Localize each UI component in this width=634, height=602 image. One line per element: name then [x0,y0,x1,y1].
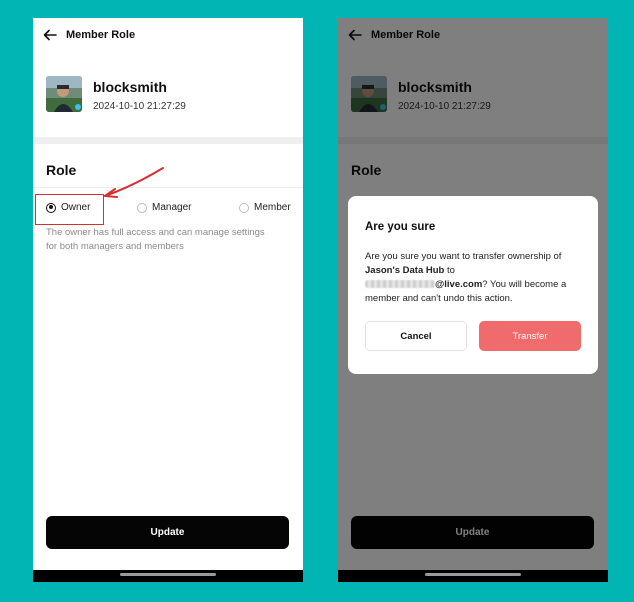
home-indicator[interactable] [120,573,216,576]
role-option-label: Member [254,202,291,213]
system-nav-bar [338,570,608,582]
hub-name: Jason's Data Hub [365,265,445,276]
avatar [46,76,82,112]
left-screen: Member Role blocksmith 2024-10-10 21:27:… [33,18,303,582]
role-description: The owner has full access and can manage… [46,227,265,252]
dialog-title: Are you sure [365,221,436,233]
join-timestamp: 2024-10-10 21:27:29 [93,101,186,112]
dialog-text: to [446,265,455,276]
redacted-email [365,280,435,289]
home-indicator[interactable] [425,573,521,576]
annotation-arrow-icon [104,167,164,198]
section-divider [33,137,303,144]
dialog-text: Are you sure you want to transfer owners… [365,251,562,262]
email-domain: @live.com [435,279,483,290]
back-arrow-icon[interactable] [43,28,57,42]
system-nav-bar [33,570,303,582]
app-bar: Member Role [33,18,303,54]
role-section-title: Role [46,162,77,178]
right-screen: Member Role blocksmith 2024-10-10 21:27:… [338,18,608,582]
radio-manager[interactable] [137,202,147,213]
confirm-transfer-dialog: Are you sure Are you sure you want to tr… [348,196,598,374]
dialog-message: Are you sure you want to transfer owners… [365,250,587,306]
member-profile: blocksmith 2024-10-10 21:27:29 [46,76,286,116]
update-button[interactable]: Update [46,516,289,549]
username: blocksmith [93,79,167,95]
transfer-button[interactable]: Transfer [479,321,581,351]
role-option-member[interactable]: Member [239,202,291,213]
radio-member[interactable] [239,202,249,213]
page-title: Member Role [66,29,136,41]
cancel-button[interactable]: Cancel [365,321,467,351]
